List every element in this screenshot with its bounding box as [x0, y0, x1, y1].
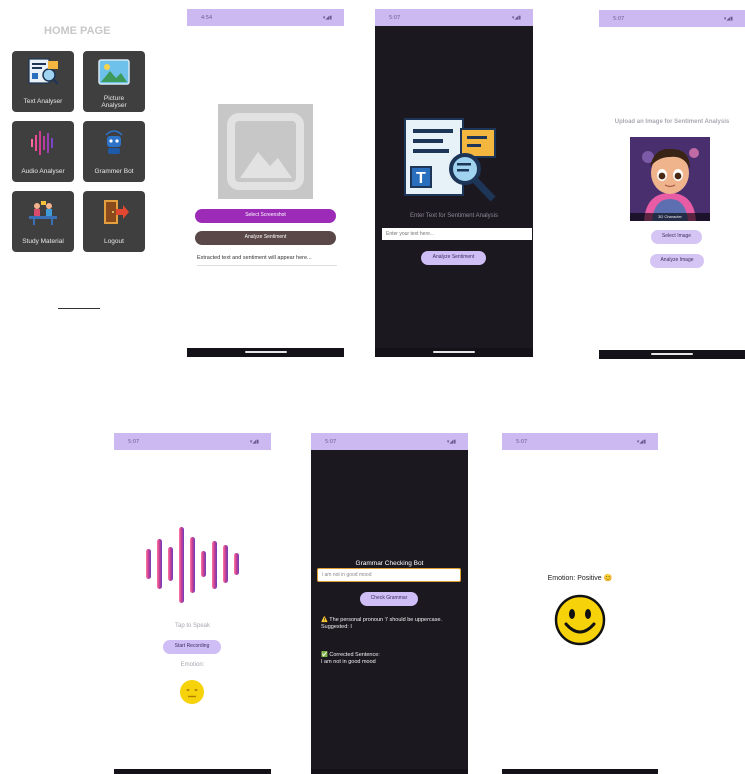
image-sentiment-screen: 5:07 ▾◢▮ Upload an Image for Sentiment A…	[599, 10, 745, 359]
image-placeholder	[218, 104, 313, 199]
image-placeholder-icon	[227, 113, 304, 190]
text-analysis-icon	[28, 58, 59, 85]
preview-caption: 3D Character	[658, 214, 682, 219]
status-icons: ▾◢▮	[322, 15, 332, 21]
status-icons: ▾◢▮	[636, 439, 646, 445]
grammar-title: Grammar Checking Bot	[355, 560, 424, 567]
tile-audio-analyser[interactable]: Audio Analyser	[12, 121, 74, 182]
status-icons: ▾◢▮	[249, 439, 259, 445]
tile-label: Grammer Bot	[94, 168, 134, 175]
corrected-label: ✅ Corrected Sentence:	[321, 652, 380, 658]
tile-text-analyser[interactable]: Text Analyser	[12, 51, 74, 112]
tile-logout[interactable]: Logout	[83, 191, 145, 252]
audio-wave-icon	[146, 527, 239, 603]
check-grammar-button[interactable]: Check Grammar	[360, 592, 418, 606]
corrected-sentence: I am not in good mood	[321, 659, 376, 665]
tap-to-speak-text: Tap to Speak	[174, 623, 211, 629]
status-bar: 4:54 ▾◢▮	[187, 9, 344, 26]
status-time: 5:07	[389, 15, 401, 21]
screenshot-sentiment-screen: 4:54 ▾◢▮ Select Screenshot Analyze Senti…	[187, 9, 344, 357]
status-bar: 5:07 ▾◢▮	[599, 10, 745, 27]
status-time: 5:07	[325, 439, 337, 445]
emotion-result-screen: 5:07 ▾◢▮ Emotion: Positive 😊	[502, 433, 658, 774]
image-preview: 3D Character	[630, 137, 710, 221]
image-heading: Upload an Image for Sentiment Analysis	[614, 119, 730, 125]
status-bar: 5:07 ▾◢▮	[502, 433, 658, 450]
text-sentiment-screen: 5:07 ▾◢▮ T Enter Text for Sentiment Anal…	[375, 9, 533, 357]
status-time: 4:54	[201, 15, 213, 21]
nav-bar	[311, 769, 468, 774]
tile-label: Picture Analyser	[101, 95, 127, 109]
nav-bar	[502, 769, 658, 774]
analyze-image-button[interactable]: Analyze Image	[650, 254, 704, 268]
smiley-emoji-icon	[554, 594, 606, 646]
status-time: 5:07	[613, 16, 625, 22]
study-icon	[29, 201, 57, 225]
status-icons: ▾◢▮	[511, 15, 521, 21]
grammar-warning: ⚠️ The personal pronoun 'i' should be up…	[321, 617, 443, 630]
text-analysis-icon: T	[404, 118, 496, 202]
tile-study-material[interactable]: Study Material	[12, 191, 74, 252]
tile-label: Study Material	[22, 238, 64, 245]
nav-bar	[114, 769, 271, 774]
divider-line	[58, 308, 100, 309]
status-bar: 5:07 ▾◢▮	[114, 433, 271, 450]
analyze-sentiment-button[interactable]: Analyze Sentiment	[195, 231, 336, 245]
text-prompt: Enter Text for Sentiment Analysis	[410, 213, 498, 219]
logout-icon	[104, 200, 129, 224]
robot-icon	[105, 130, 123, 154]
grammar-bot-screen: 5:07 ▾◢▮ Grammar Checking Bot Check Gram…	[311, 433, 468, 774]
start-recording-button[interactable]: Start Recording	[163, 640, 221, 654]
nav-bar	[375, 348, 533, 357]
audio-analyser-screen: 5:07 ▾◢▮ Tap to Speak Start Recording Em…	[114, 433, 271, 774]
tile-picture-analyser[interactable]: Picture Analyser	[83, 51, 145, 112]
emotion-result-text: Emotion: Positive 😊	[547, 575, 613, 582]
emotion-label: Emotion:	[180, 662, 205, 668]
status-bar: 5:07 ▾◢▮	[311, 433, 468, 450]
tile-label: Logout	[104, 238, 124, 245]
preview-caption-bar: 3D Character	[630, 213, 710, 221]
nav-bar	[599, 350, 745, 359]
status-time: 5:07	[128, 439, 140, 445]
status-time: 5:07	[516, 439, 528, 445]
neutral-emoji-icon	[180, 680, 204, 704]
status-icons: ▾◢▮	[446, 439, 456, 445]
tile-grammer-bot[interactable]: Grammer Bot	[83, 121, 145, 182]
result-text: Extracted text and sentiment will appear…	[197, 255, 337, 266]
tile-label: Text Analyser	[23, 98, 63, 105]
picture-icon	[98, 59, 130, 85]
analyze-sentiment-button[interactable]: Analyze Sentiment	[421, 251, 486, 265]
tile-label: Audio Analyser	[21, 168, 65, 175]
text-input[interactable]	[382, 228, 532, 240]
svg-text:T: T	[416, 170, 426, 187]
status-icons: ▾◢▮	[723, 16, 733, 22]
audio-wave-icon	[31, 131, 53, 155]
home-title: HOME PAGE	[44, 25, 111, 37]
nav-bar	[187, 348, 344, 357]
status-bar: 5:07 ▾◢▮	[375, 9, 533, 26]
select-screenshot-button[interactable]: Select Screenshot	[195, 209, 336, 223]
select-image-button[interactable]: Select Image	[651, 230, 702, 244]
grammar-input[interactable]	[317, 568, 461, 582]
home-screen: HOME PAGE Text Analyser Picture Analyser	[0, 0, 160, 330]
character-portrait	[630, 137, 710, 221]
